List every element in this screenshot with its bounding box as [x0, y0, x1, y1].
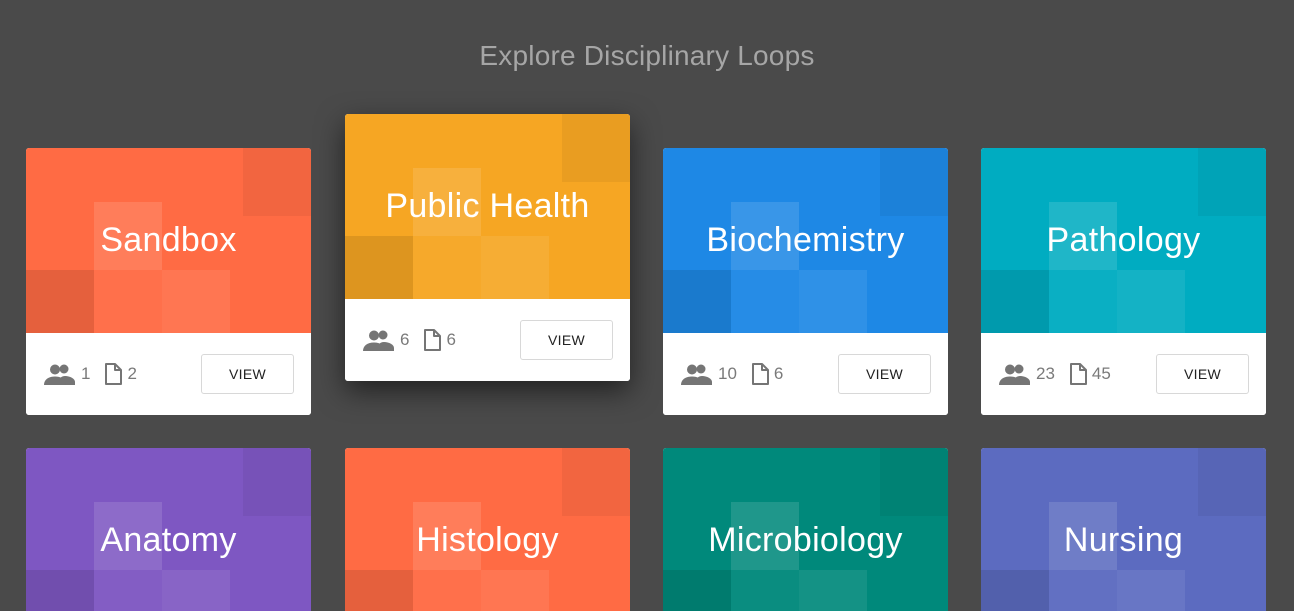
header-pattern-tile [1198, 148, 1266, 216]
card-header[interactable]: Pathology [981, 148, 1266, 333]
header-pattern-tile [413, 236, 481, 299]
card-title: Biochemistry [706, 221, 905, 259]
header-pattern-tile [413, 570, 481, 611]
people-icon [44, 363, 81, 385]
page-title: Explore Disciplinary Loops [479, 40, 815, 71]
header-pattern-tile [731, 270, 799, 333]
header-pattern-tile [243, 448, 311, 516]
members-count: 23 [1036, 364, 1055, 383]
loop-card-nursing[interactable]: Nursing [981, 448, 1266, 611]
members-stat: 6 [363, 329, 409, 351]
people-icon [681, 363, 718, 385]
header-pattern-tile [799, 270, 867, 333]
header-pattern-tile [26, 570, 94, 611]
loop-card-public-health[interactable]: Public Health 6 6 VIEW [345, 114, 630, 381]
card-title: Anatomy [100, 521, 237, 559]
header-pattern-tile [880, 148, 948, 216]
card-header[interactable]: Histology [345, 448, 630, 611]
card-footer: 10 6 VIEW [663, 333, 948, 415]
members-count: 6 [400, 330, 410, 349]
loop-card-anatomy[interactable]: Anatomy [26, 448, 311, 611]
loop-card-biochemistry[interactable]: Biochemistry 10 6 VIEW [663, 148, 948, 415]
loop-card-histology[interactable]: Histology [345, 448, 630, 611]
loop-card-microbiology[interactable]: Microbiology [663, 448, 948, 611]
document-icon [104, 363, 127, 385]
header-pattern-tile [162, 570, 230, 611]
files-stat: 6 [423, 329, 456, 351]
view-button[interactable]: VIEW [520, 320, 613, 360]
card-footer: 1 2 VIEW [26, 333, 311, 415]
header-pattern-tile [562, 448, 630, 516]
header-pattern-tile [481, 570, 549, 611]
files-count: 45 [1091, 364, 1111, 383]
document-icon [423, 329, 446, 351]
card-footer: 23 45 VIEW [981, 333, 1266, 415]
header-pattern-tile [1117, 570, 1185, 611]
members-stat: 23 [999, 363, 1055, 385]
loop-card-pathology[interactable]: Pathology 23 45 VIEW [981, 148, 1266, 415]
card-footer: 6 6 VIEW [345, 299, 630, 381]
files-stat: 45 [1069, 363, 1111, 385]
files-count: 6 [446, 330, 456, 349]
card-header[interactable]: Public Health [345, 114, 630, 299]
members-count: 10 [718, 364, 737, 383]
header-pattern-tile [94, 570, 162, 611]
header-pattern-tile [799, 570, 867, 611]
files-stat: 6 [751, 363, 783, 385]
card-header[interactable]: Biochemistry [663, 148, 948, 333]
card-title: Sandbox [100, 221, 237, 259]
card-title: Microbiology [708, 521, 903, 559]
files-stat: 2 [104, 363, 137, 385]
document-icon [1069, 363, 1092, 385]
header-pattern-tile [562, 114, 630, 182]
header-pattern-tile [981, 570, 1049, 611]
view-button[interactable]: VIEW [838, 354, 931, 394]
card-header[interactable]: Microbiology [663, 448, 948, 611]
header-pattern-tile [345, 570, 413, 611]
card-title: Pathology [1046, 221, 1201, 259]
header-pattern-tile [663, 270, 731, 333]
card-title: Nursing [1063, 521, 1184, 559]
members-count: 1 [81, 364, 91, 383]
header-pattern-tile [1049, 570, 1117, 611]
header-pattern-tile [243, 148, 311, 216]
files-count: 2 [127, 364, 137, 383]
files-count: 6 [773, 364, 784, 383]
header-pattern-tile [663, 570, 731, 611]
header-pattern-tile [26, 270, 94, 333]
header-pattern-tile [731, 570, 799, 611]
people-icon [363, 329, 400, 351]
loop-card-sandbox[interactable]: Sandbox 1 2 VIEW [26, 148, 311, 415]
header-pattern-tile [345, 236, 413, 299]
header-pattern-tile [981, 270, 1049, 333]
members-stat: 1 [44, 363, 90, 385]
header-pattern-tile [481, 236, 549, 299]
view-button[interactable]: VIEW [1156, 354, 1249, 394]
card-title: Histology [416, 521, 559, 559]
people-icon [999, 363, 1036, 385]
view-button[interactable]: VIEW [201, 354, 294, 394]
header-pattern-tile [162, 270, 230, 333]
header-pattern-tile [1049, 270, 1117, 333]
card-title: Public Health [385, 187, 590, 225]
document-icon [751, 363, 774, 385]
header-pattern-tile [1117, 270, 1185, 333]
header-pattern-tile [94, 270, 162, 333]
card-header[interactable]: Nursing [981, 448, 1266, 611]
card-header[interactable]: Sandbox [26, 148, 311, 333]
header-pattern-tile [1198, 448, 1266, 516]
members-stat: 10 [681, 363, 737, 385]
header-pattern-tile [880, 448, 948, 516]
card-header[interactable]: Anatomy [26, 448, 311, 611]
